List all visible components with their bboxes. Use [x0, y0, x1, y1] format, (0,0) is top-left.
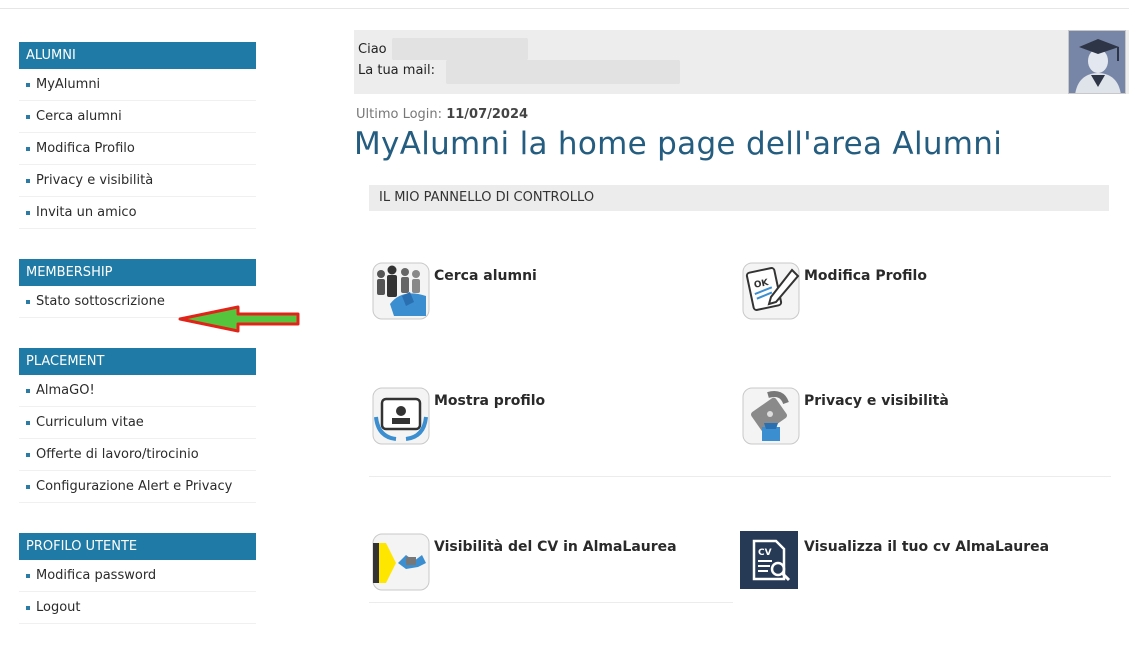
sidebar-item-logout[interactable]: Logout [19, 592, 256, 624]
tile-visibilita-cv[interactable]: Visibilità del CV in AlmaLaurea [372, 533, 712, 591]
bullet-icon [26, 573, 30, 578]
sidebar-item-label: Modifica password [36, 568, 157, 583]
sidebar-item-label: Cerca alumni [36, 109, 122, 124]
tile-label: Mostra profilo [434, 393, 546, 409]
sidebar-item-invita-amico[interactable]: Invita un amico [19, 197, 256, 229]
tile-label: Modifica Profilo [804, 268, 927, 284]
privacy-lock-icon [742, 387, 800, 445]
sidebar-item-label: Modifica Profilo [36, 141, 135, 156]
sidebar-item-offerte[interactable]: Offerte di lavoro/tirocinio [19, 439, 256, 471]
sidebar-heading-placement: PLACEMENT [19, 348, 256, 375]
sidebar-item-label: Invita un amico [36, 205, 137, 220]
bullet-icon [26, 82, 30, 87]
sidebar-item-cerca-alumni[interactable]: Cerca alumni [19, 101, 256, 133]
sidebar-item-alert-privacy[interactable]: Configurazione Alert e Privacy [19, 471, 256, 503]
tile-mostra-profilo[interactable]: Mostra profilo [372, 387, 672, 445]
last-login-label: Ultimo Login: [356, 107, 443, 122]
cv-visibility-icon [372, 533, 430, 591]
sidebar: ALUMNI MyAlumni Cerca alumni Modifica Pr… [19, 42, 256, 624]
sidebar-item-privacy[interactable]: Privacy e visibilità [19, 165, 256, 197]
annotation-arrow-icon [178, 305, 300, 333]
panel-title: IL MIO PANNELLO DI CONTROLLO [369, 185, 1109, 211]
redacted-name [392, 38, 528, 60]
page-title: MyAlumni la home page dell'area Alumni [354, 126, 1003, 162]
people-search-icon [372, 262, 430, 320]
redacted-mail [446, 60, 680, 84]
last-login-date: 11/07/2024 [446, 107, 529, 122]
profile-card-icon [372, 387, 430, 445]
bullet-icon [26, 388, 30, 393]
bullet-icon [26, 484, 30, 489]
sidebar-heading-membership: MEMBERSHIP [19, 259, 256, 286]
sidebar-item-label: Curriculum vitae [36, 415, 144, 430]
greeting: Ciao [358, 42, 387, 57]
graduate-avatar-icon [1069, 31, 1125, 93]
last-login: Ultimo Login: 11/07/2024 [356, 107, 528, 122]
sidebar-heading-alumni: ALUMNI [19, 42, 256, 69]
sidebar-item-myalumni[interactable]: MyAlumni [19, 69, 256, 101]
tile-privacy-visibilita[interactable]: Privacy e visibilità [742, 387, 1042, 445]
tile-label: Visibilità del CV in AlmaLaurea [434, 539, 677, 555]
tile-cerca-alumni[interactable]: Cerca alumni [372, 262, 672, 320]
sidebar-item-modifica-password[interactable]: Modifica password [19, 560, 256, 592]
bullet-icon [26, 210, 30, 215]
sidebar-item-label: Offerte di lavoro/tirocinio [36, 447, 199, 462]
bullet-icon [26, 178, 30, 183]
sidebar-item-almago[interactable]: AlmaGO! [19, 375, 256, 407]
tile-label: Privacy e visibilità [804, 393, 949, 409]
page: ALUMNI MyAlumni Cerca alumni Modifica Pr… [0, 0, 1129, 669]
sidebar-item-modifica-profilo[interactable]: Modifica Profilo [19, 133, 256, 165]
user-info-bar: Ciao La tua mail: [354, 30, 1129, 94]
edit-profile-icon: OK [742, 262, 800, 320]
bullet-icon [26, 114, 30, 119]
svg-text:CV: CV [758, 548, 772, 558]
tiles-bottom-divider [369, 602, 733, 603]
sidebar-item-label: MyAlumni [36, 77, 101, 92]
avatar[interactable] [1068, 30, 1126, 94]
cv-document-search-icon: CV [740, 531, 798, 589]
tile-modifica-profilo[interactable]: OK Modifica Profilo [742, 262, 1042, 320]
mail-label: La tua mail: [358, 63, 436, 78]
bullet-icon [26, 605, 30, 610]
sidebar-heading-profilo-utente: PROFILO UTENTE [19, 533, 256, 560]
bullet-icon [26, 146, 30, 151]
tile-visualizza-cv[interactable]: CV Visualizza il tuo cv AlmaLaurea [740, 531, 1080, 591]
bullet-icon [26, 452, 30, 457]
bullet-icon [26, 420, 30, 425]
sidebar-item-curriculum[interactable]: Curriculum vitae [19, 407, 256, 439]
sidebar-item-label: Stato sottoscrizione [36, 294, 165, 309]
bullet-icon [26, 299, 30, 304]
tiles-divider [369, 476, 1111, 477]
sidebar-item-label: AlmaGO! [36, 383, 95, 398]
tile-label: Cerca alumni [434, 268, 537, 284]
tile-label: Visualizza il tuo cv AlmaLaurea [804, 539, 1050, 555]
sidebar-item-label: Configurazione Alert e Privacy [36, 479, 233, 494]
sidebar-item-label: Privacy e visibilità [36, 173, 154, 188]
sidebar-item-label: Logout [36, 600, 81, 615]
top-divider [0, 8, 1129, 9]
